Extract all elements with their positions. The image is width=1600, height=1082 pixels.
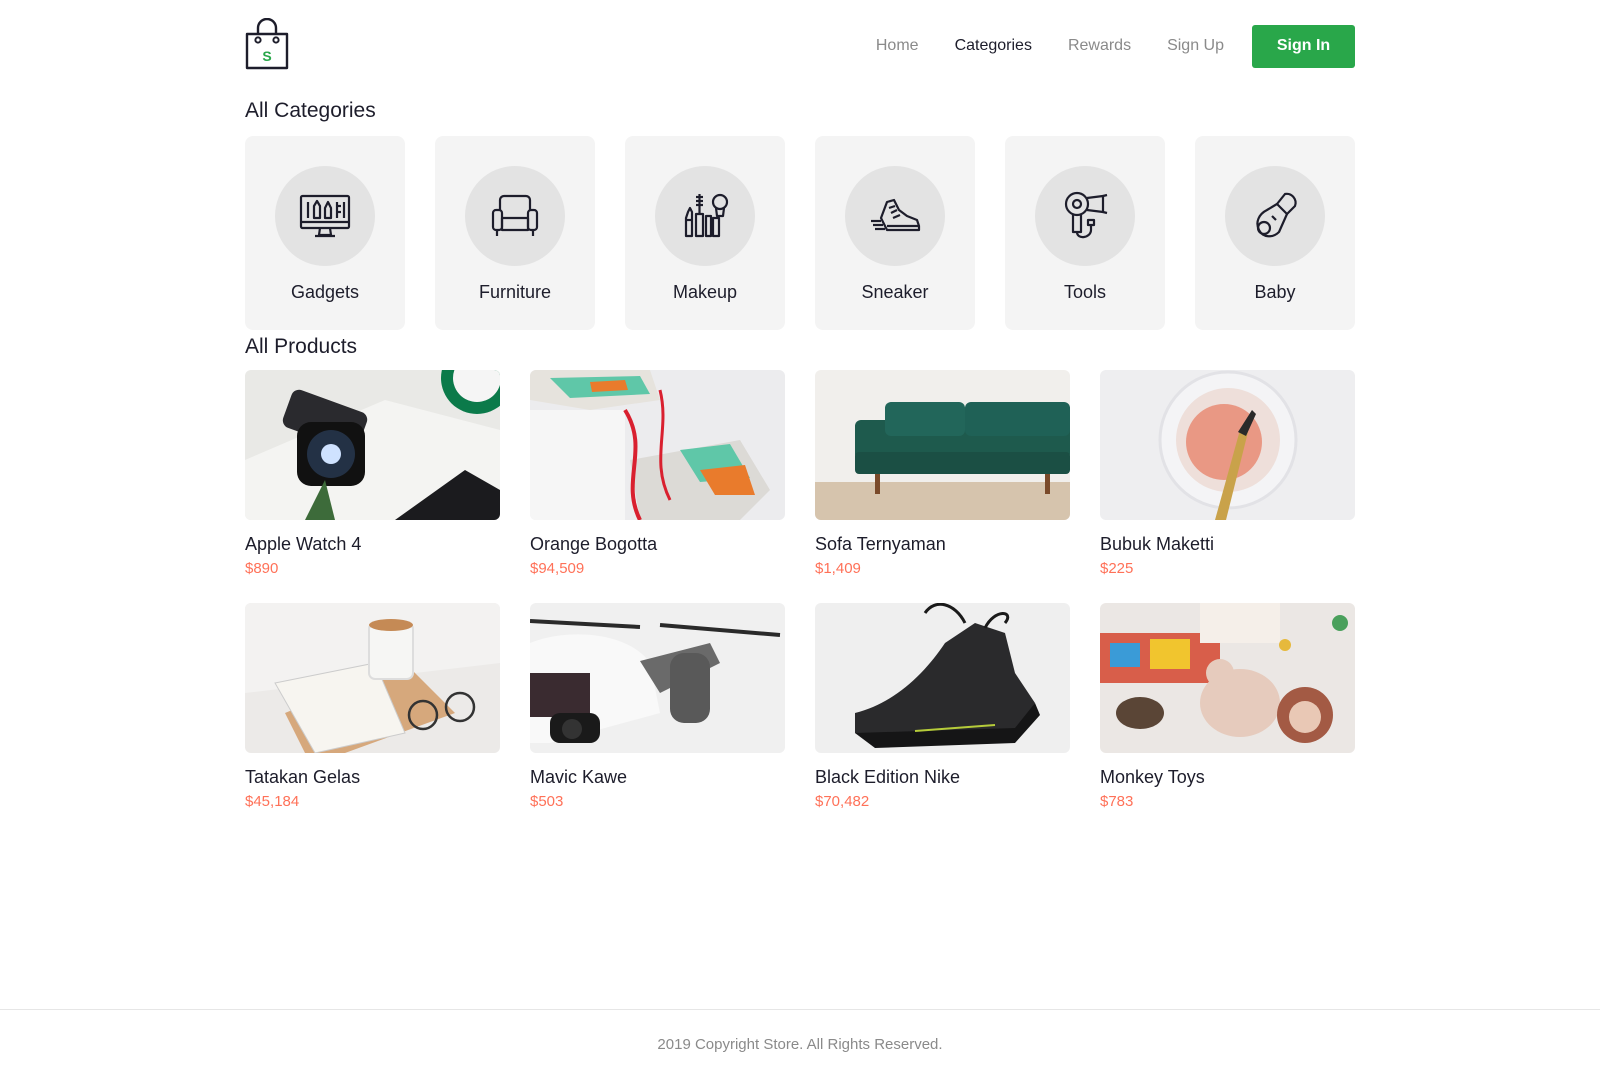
product-name[interactable]: Orange Bogotta [530, 534, 785, 555]
product-card[interactable]: Orange Bogotta $94,509 [530, 370, 785, 577]
hair-dryer-icon [1064, 191, 1108, 239]
product-price: $45,184 [245, 793, 300, 810]
product-name[interactable]: Bubuk Maketti [1100, 534, 1355, 555]
product-image-orange-bogotta[interactable] [530, 370, 785, 520]
product-card[interactable]: Monkey Toys $783 [1100, 603, 1355, 810]
category-icon-circle [1225, 166, 1325, 266]
product-price: $783 [1100, 793, 1134, 810]
category-icon-circle [465, 166, 565, 266]
product-card[interactable]: Apple Watch 4 $890 [245, 370, 500, 577]
product-image-coaster[interactable] [245, 603, 500, 753]
product-name[interactable]: Apple Watch 4 [245, 534, 500, 555]
product-name[interactable]: Mavic Kawe [530, 767, 785, 788]
nav-categories[interactable]: Categories [955, 37, 1032, 55]
logo-letter: S [262, 48, 271, 64]
sign-in-button[interactable]: Sign In [1252, 24, 1355, 68]
product-name[interactable]: Monkey Toys [1100, 767, 1355, 788]
category-icon-circle [275, 166, 375, 266]
category-label: Tools [1063, 282, 1107, 302]
category-icon-circle [845, 166, 945, 266]
product-card[interactable]: Black Edition Nike $70,482 [815, 603, 1070, 810]
category-icon-circle [655, 166, 755, 266]
sneaker-icon [871, 198, 921, 232]
armchair-icon [491, 194, 539, 236]
footer: 2019 Copyright Store. All Rights Reserve… [0, 1009, 1600, 1082]
category-label: Gadgets [290, 282, 360, 302]
category-card-baby[interactable]: Baby [1195, 136, 1355, 330]
product-image-drone[interactable] [530, 603, 785, 753]
product-price: $225 [1100, 560, 1134, 577]
header: S Home Categories Rewards Sign Up Sign I… [245, 0, 1355, 94]
category-card-makeup[interactable]: Makeup [625, 136, 785, 330]
nav-rewards[interactable]: Rewards [1068, 37, 1131, 55]
category-label: Baby [1254, 282, 1296, 302]
product-grid: Apple Watch 4 $890 Orange Bogotta $94,50… [245, 370, 1355, 810]
product-price: $70,482 [815, 793, 870, 810]
makeup-icon [684, 193, 729, 238]
product-image-sofa[interactable] [815, 370, 1070, 520]
monitor-icon [299, 194, 351, 238]
page-container: S Home Categories Rewards Sign Up Sign I… [245, 0, 1355, 810]
category-label: Sneaker [861, 282, 929, 302]
category-icon-circle [1035, 166, 1135, 266]
category-card-tools[interactable]: Tools [1005, 136, 1165, 330]
product-card[interactable]: Mavic Kawe $503 [530, 603, 785, 810]
product-name[interactable]: Tatakan Gelas [245, 767, 500, 788]
shopping-bag-logo-icon[interactable]: S [245, 18, 289, 70]
product-price: $503 [530, 793, 564, 810]
product-price: $890 [245, 560, 279, 577]
category-label: Furniture [478, 282, 552, 302]
product-name[interactable]: Black Edition Nike [815, 767, 1070, 788]
category-card-furniture[interactable]: Furniture [435, 136, 595, 330]
categories-title: All Categories [245, 99, 376, 122]
products-title: All Products [245, 335, 358, 358]
footer-copyright: 2019 Copyright Store. All Rights Reserve… [657, 1036, 943, 1053]
nav-home[interactable]: Home [876, 37, 919, 55]
category-grid: Gadgets Furniture Makeup Sneaker Tools B… [245, 136, 1355, 330]
product-price: $1,409 [815, 560, 861, 577]
product-image-nike-shoe[interactable] [815, 603, 1070, 753]
product-card[interactable]: Bubuk Maketti $225 [1100, 370, 1355, 577]
product-price: $94,509 [530, 560, 585, 577]
product-image-apple-watch[interactable] [245, 370, 500, 520]
product-image-makeup-powder[interactable] [1100, 370, 1355, 520]
pacifier-icon [1256, 192, 1297, 238]
category-card-gadgets[interactable]: Gadgets [245, 136, 405, 330]
nav-sign-up[interactable]: Sign Up [1167, 37, 1224, 55]
main-nav: Home Categories Rewards Sign Up Sign In [840, 24, 1355, 68]
category-label: Makeup [672, 282, 738, 302]
product-card[interactable]: Tatakan Gelas $45,184 [245, 603, 500, 810]
category-card-sneaker[interactable]: Sneaker [815, 136, 975, 330]
product-image-toys[interactable] [1100, 603, 1355, 753]
product-card[interactable]: Sofa Ternyaman $1,409 [815, 370, 1070, 577]
product-name[interactable]: Sofa Ternyaman [815, 534, 1070, 555]
